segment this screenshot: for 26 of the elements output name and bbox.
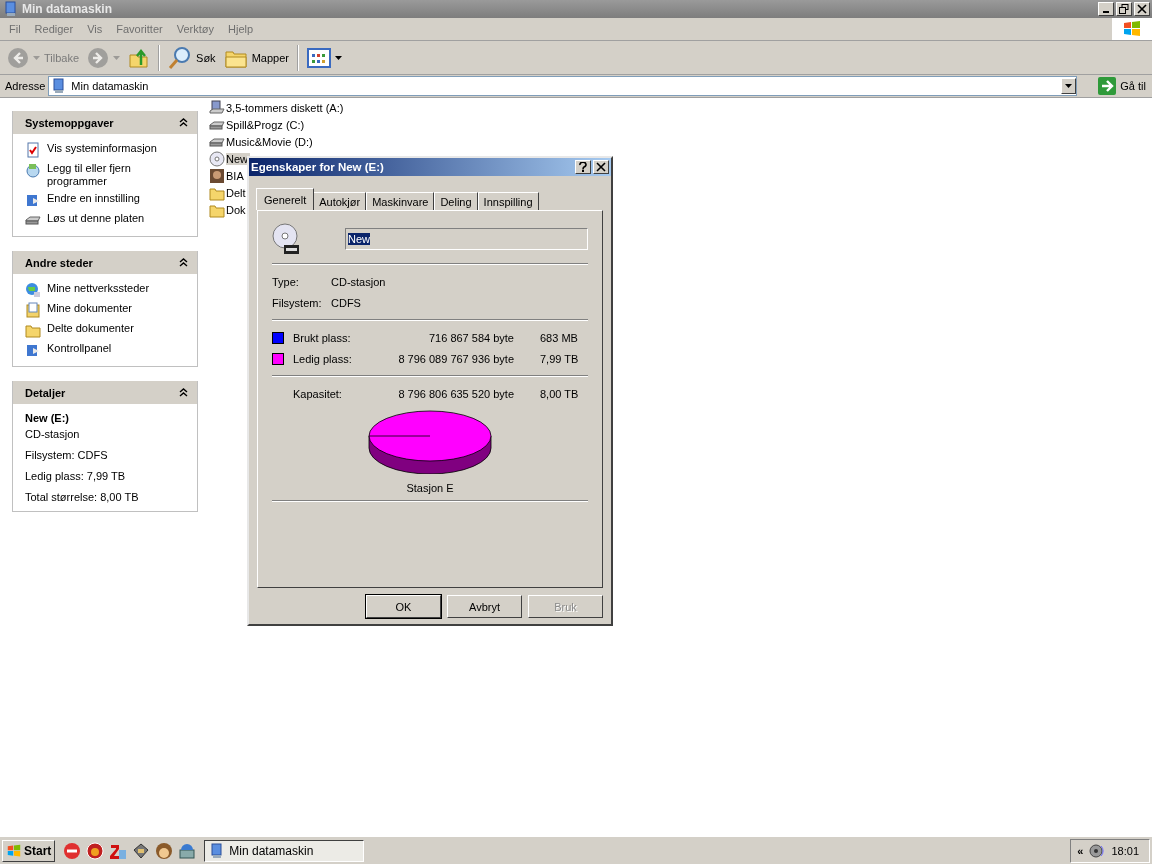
space-bytes: 716 867 584 byte xyxy=(427,331,514,344)
address-label: Adresse xyxy=(5,80,46,92)
details-line: CD-stasjon xyxy=(25,428,81,440)
space-label: Brukt plass: xyxy=(293,331,352,344)
space-label: Ledig plass: xyxy=(293,352,353,365)
clock: 18:01 xyxy=(1111,844,1139,857)
space-bytes: 8 796 089 767 936 byte xyxy=(397,352,514,365)
space-size: 683 MB xyxy=(539,331,579,344)
property-value: CDFS xyxy=(331,296,361,309)
dialog-title: Egenskaper for New (E:) xyxy=(251,161,385,173)
space-size: 7,99 TB xyxy=(539,352,580,365)
capacity-size: 8,00 TB xyxy=(539,387,580,400)
details-line: Total størrelse: 8,00 TB xyxy=(25,491,140,503)
panel-title: Andre steder xyxy=(25,256,93,269)
capacity-label: Kapasitet: xyxy=(293,387,343,400)
capacity-bytes: 8 796 806 635 520 byte xyxy=(397,387,514,400)
details-name: New (E:) xyxy=(25,412,70,424)
details-line: Ledig plass: 7,99 TB xyxy=(25,470,127,482)
panel-title: Systemoppgaver xyxy=(25,116,114,129)
panel-title: Detaljer xyxy=(25,386,66,399)
details-line: Filsystem: CDFS xyxy=(25,449,109,461)
property-label: Filsystem: xyxy=(272,296,323,309)
property-value: CD-stasjon xyxy=(331,275,386,288)
drive-label: Stasjon E xyxy=(406,482,454,494)
window-title: Min datamaskin xyxy=(22,2,114,16)
property-label: Type: xyxy=(272,275,300,288)
